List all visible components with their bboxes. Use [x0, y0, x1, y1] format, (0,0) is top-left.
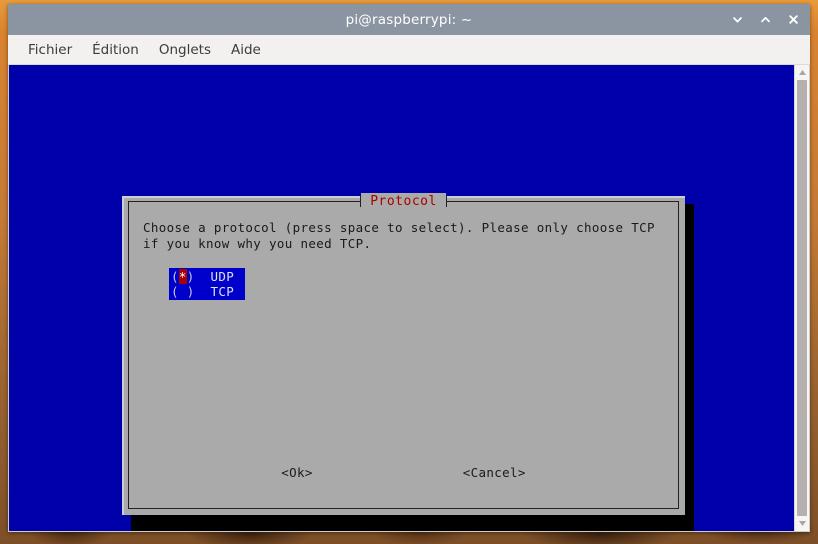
scrollbar-thumb[interactable] [797, 80, 807, 516]
dialog-message: Choose a protocol (press space to select… [143, 220, 668, 252]
radio-selected-star: * [178, 269, 187, 284]
window-controls [728, 4, 802, 35]
protocol-dialog: Protocol Choose a protocol (press space … [122, 193, 685, 515]
ok-button[interactable]: <Ok> [281, 465, 313, 480]
scrollbar-track[interactable] [795, 80, 809, 516]
window-title: pi@raspberrypi: ~ [345, 11, 473, 28]
window-titlebar: pi@raspberrypi: ~ [8, 4, 810, 35]
terminal-area: Protocol Choose a protocol (press space … [8, 65, 810, 532]
triangle-up-icon [798, 70, 806, 75]
dialog-highlight-top [122, 196, 685, 198]
dialog-message-line-1: Choose a protocol (press space to select… [143, 220, 655, 235]
scrollbar-down-button[interactable] [795, 516, 809, 531]
radio-paren-open-udp: ( [171, 269, 179, 284]
terminal-screen[interactable]: Protocol Choose a protocol (press space … [9, 65, 794, 531]
cancel-button[interactable]: <Cancel> [463, 465, 526, 480]
radio-paren-close-tcp: ) [186, 284, 195, 299]
radio-paren-open-tcp: ( [171, 284, 179, 299]
terminal-scrollbar[interactable] [794, 65, 809, 531]
radio-option-tcp[interactable]: ( ) TCP [169, 284, 245, 299]
minimize-button[interactable] [728, 11, 746, 29]
menu-item-fichier[interactable]: Fichier [19, 40, 81, 60]
radio-empty-slot [179, 284, 187, 299]
radio-label-tcp: TCP [210, 284, 235, 299]
menu-item-aide[interactable]: Aide [222, 40, 270, 60]
dialog-button-row: <Ok> <Cancel> [129, 465, 678, 480]
radio-option-udp[interactable]: (*) UDP [169, 269, 245, 284]
dialog-frame: Protocol Choose a protocol (press space … [128, 193, 679, 509]
menu-item-onglets[interactable]: Onglets [150, 40, 220, 60]
maximize-button[interactable] [756, 11, 774, 29]
close-icon [788, 15, 798, 24]
terminal-window: pi@raspberrypi: ~ Fichier Édition Onglet… [8, 4, 810, 532]
dialog-highlight-left [122, 196, 124, 515]
menu-item-edition[interactable]: Édition [83, 40, 148, 60]
protocol-radio-list[interactable]: (*) UDP ( ) TCP [169, 268, 245, 300]
radio-marker-tcp: ( ) [171, 284, 195, 299]
chevron-down-icon [732, 17, 742, 23]
menubar: Fichier Édition Onglets Aide [8, 35, 810, 65]
triangle-down-icon [798, 521, 806, 526]
scrollbar-up-button[interactable] [795, 65, 809, 80]
radio-paren-close-udp: ) [186, 269, 195, 284]
radio-label-udp: UDP [210, 269, 235, 284]
dialog-message-line-2: if you know why you need TCP. [143, 236, 372, 251]
radio-marker-udp: (*) [171, 269, 195, 284]
close-button[interactable] [784, 11, 802, 29]
chevron-up-icon [760, 16, 770, 23]
